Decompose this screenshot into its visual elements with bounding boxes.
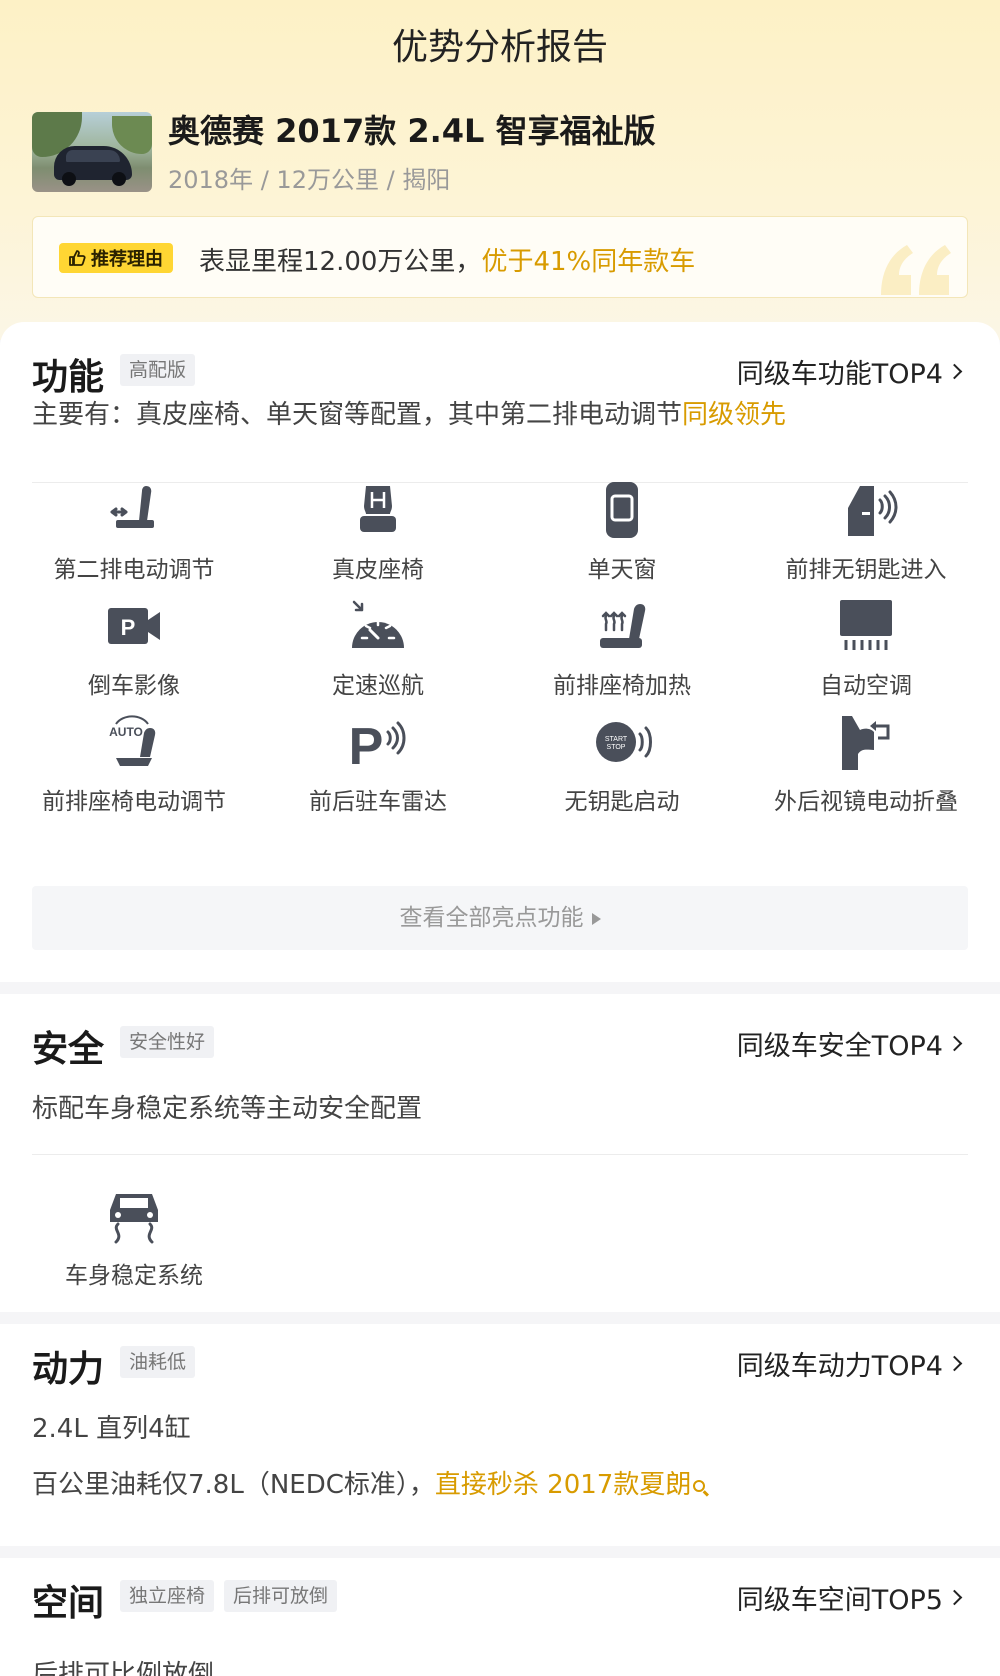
safety-top-link-label: 同级车安全TOP4 (736, 1031, 943, 1062)
car-meta: 2018年 / 12万公里 / 揭阳 (168, 166, 451, 194)
function-card: 功能 高配版 同级车功能TOP4 主要有：真皮座椅、单天窗等配置，其中第二排电动… (0, 322, 1000, 982)
safety-title: 安全 (32, 1029, 105, 1070)
function-tag: 高配版 (120, 354, 196, 386)
feature-sunroof[interactable]: 单天窗 (500, 478, 744, 584)
space-tag: 后排可放倒 (224, 1580, 338, 1612)
space-desc: 后排可比例放倒 (32, 1660, 215, 1676)
thumbs-up-icon (69, 250, 86, 266)
feature-mirror-fold[interactable]: 外后视镜电动折叠 (744, 710, 988, 816)
function-desc-highlight: 同级领先 (682, 400, 787, 430)
auto-ac-icon (840, 600, 892, 650)
svg-text:START: START (605, 736, 628, 743)
power-fuel: 百公里油耗仅7.8L（NEDC标准），直接秒杀 2017款夏朗 (32, 1464, 706, 1501)
svg-text:P: P (349, 718, 384, 774)
feature-seat-heating[interactable]: 前排座椅加热 (500, 594, 744, 700)
chevron-right-icon (946, 363, 963, 380)
car-thumbnail[interactable] (32, 112, 152, 192)
power-card: 动力 油耗低 同级车动力TOP4 2.4L 直列4缸 百公里油耗仅7.8L（NE… (0, 1324, 1000, 1546)
chevron-right-icon (946, 1355, 963, 1372)
feature-label: 前排座椅电动调节 (42, 789, 226, 815)
function-top-link-label: 同级车功能TOP4 (736, 359, 943, 390)
feature-label: 前后驻车雷达 (309, 789, 447, 815)
space-title: 空间 (32, 1583, 105, 1624)
recommend-reason-label: 推荐理由 (91, 249, 163, 270)
play-arrow-icon (591, 912, 601, 925)
reverse-camera-icon: P (108, 608, 160, 644)
page-title: 优势分析报告 (391, 27, 608, 68)
cruise-control-icon (352, 600, 404, 648)
sunroof-icon (606, 482, 638, 538)
function-desc: 主要有：真皮座椅、单天窗等配置，其中第二排电动调节同级领先 (32, 394, 786, 431)
feature-label: 倒车影像 (88, 673, 180, 699)
feature-label: 真皮座椅 (332, 557, 424, 583)
feature-parking-radar[interactable]: P 前后驻车雷达 (256, 710, 500, 816)
feature-leather-seat[interactable]: 真皮座椅 (256, 478, 500, 584)
function-desc-text: 主要有：真皮座椅、单天窗等配置，其中第二排电动调节 (32, 400, 683, 430)
feature-cruise-control[interactable]: 定速巡航 (256, 594, 500, 700)
power-tag: 油耗低 (120, 1346, 196, 1378)
keyless-entry-icon (848, 486, 898, 536)
view-all-label: 查看全部亮点功能 (399, 905, 584, 931)
feature-label: 前排无钥匙进入 (785, 557, 947, 583)
power-engine: 2.4L 直列4缸 (32, 1414, 191, 1444)
safety-desc: 标配车身稳定系统等主动安全配置 (32, 1094, 423, 1124)
divider (32, 1154, 968, 1155)
mileage-text: 表显里程12.00万公里， (199, 247, 482, 277)
power-compare-link[interactable]: 直接秒杀 2017款夏朗 (435, 1470, 691, 1500)
mirror-fold-icon (842, 716, 890, 770)
space-tag: 独立座椅 (120, 1580, 215, 1612)
power-seat-icon: AUTO (109, 715, 156, 766)
power-title: 动力 (32, 1349, 105, 1390)
feature-auto-ac[interactable]: 自动空调 (744, 594, 988, 700)
second-row-seat-adjust-icon (110, 486, 154, 528)
search-icon[interactable] (693, 1479, 706, 1492)
feature-label: 定速巡航 (332, 673, 424, 699)
chevron-right-icon (946, 1589, 963, 1606)
feature-label: 第二排电动调节 (53, 557, 215, 583)
feature-label: 车身稳定系统 (65, 1263, 203, 1289)
svg-text:P: P (121, 615, 136, 640)
power-top-link[interactable]: 同级车动力TOP4 (736, 1344, 963, 1383)
feature-label: 自动空调 (820, 673, 912, 699)
parking-radar-icon: P (349, 718, 406, 774)
recommend-reason-text: 表显里程12.00万公里，优于41%同年款车 (199, 241, 695, 278)
keyless-start-icon: START STOP (596, 722, 652, 762)
function-title: 功能 (32, 357, 105, 398)
view-all-features-button[interactable]: 查看全部亮点功能 (32, 886, 968, 950)
svg-text:STOP: STOP (607, 744, 626, 751)
function-top-link[interactable]: 同级车功能TOP4 (736, 352, 963, 391)
chevron-right-icon (946, 1035, 963, 1052)
safety-card: 安全 安全性好 同级车安全TOP4 标配车身稳定系统等主动安全配置 车身稳定系统 (0, 994, 1000, 1312)
feature-reverse-camera[interactable]: P 倒车影像 (12, 594, 256, 700)
space-top-link[interactable]: 同级车空间TOP5 (736, 1578, 963, 1617)
feature-second-row-adjust[interactable]: 第二排电动调节 (12, 478, 256, 584)
space-top-link-label: 同级车空间TOP5 (736, 1585, 943, 1616)
quote-decoration-icon (881, 245, 951, 295)
recommend-reason-box: 推荐理由 表显里程12.00万公里，优于41%同年款车 (32, 216, 968, 298)
feature-keyless-start[interactable]: START STOP 无钥匙启动 (500, 710, 744, 816)
svg-text:AUTO: AUTO (109, 725, 143, 739)
header-background: 优势分析报告 奥德赛 2017款 2.4L 智享福祉版 2018年 / 12万公… (0, 0, 1000, 340)
feature-keyless-entry[interactable]: 前排无钥匙进入 (744, 478, 988, 584)
feature-power-seat[interactable]: AUTO 前排座椅电动调节 (12, 710, 256, 816)
leather-seat-icon (360, 486, 396, 532)
mileage-highlight: 优于41%同年款车 (481, 247, 696, 277)
feature-stability-control[interactable]: 车身稳定系统 (12, 1184, 256, 1290)
stability-control-icon (110, 1194, 158, 1244)
seat-heating-icon (600, 604, 646, 648)
power-fuel-text: 百公里油耗仅7.8L（NEDC标准）， (32, 1470, 435, 1500)
power-top-link-label: 同级车动力TOP4 (736, 1351, 943, 1382)
safety-top-link[interactable]: 同级车安全TOP4 (736, 1024, 963, 1063)
feature-label: 单天窗 (587, 557, 657, 583)
feature-label: 无钥匙启动 (564, 789, 680, 815)
recommend-reason-tag: 推荐理由 (59, 243, 173, 273)
feature-label: 外后视镜电动折叠 (774, 789, 958, 815)
feature-label: 前排座椅加热 (553, 673, 691, 699)
space-card: 空间 独立座椅 后排可放倒 同级车空间TOP5 后排可比例放倒 (0, 1558, 1000, 1676)
safety-tag: 安全性好 (120, 1026, 215, 1058)
car-name: 奥德赛 2017款 2.4L 智享福祉版 (168, 112, 656, 150)
